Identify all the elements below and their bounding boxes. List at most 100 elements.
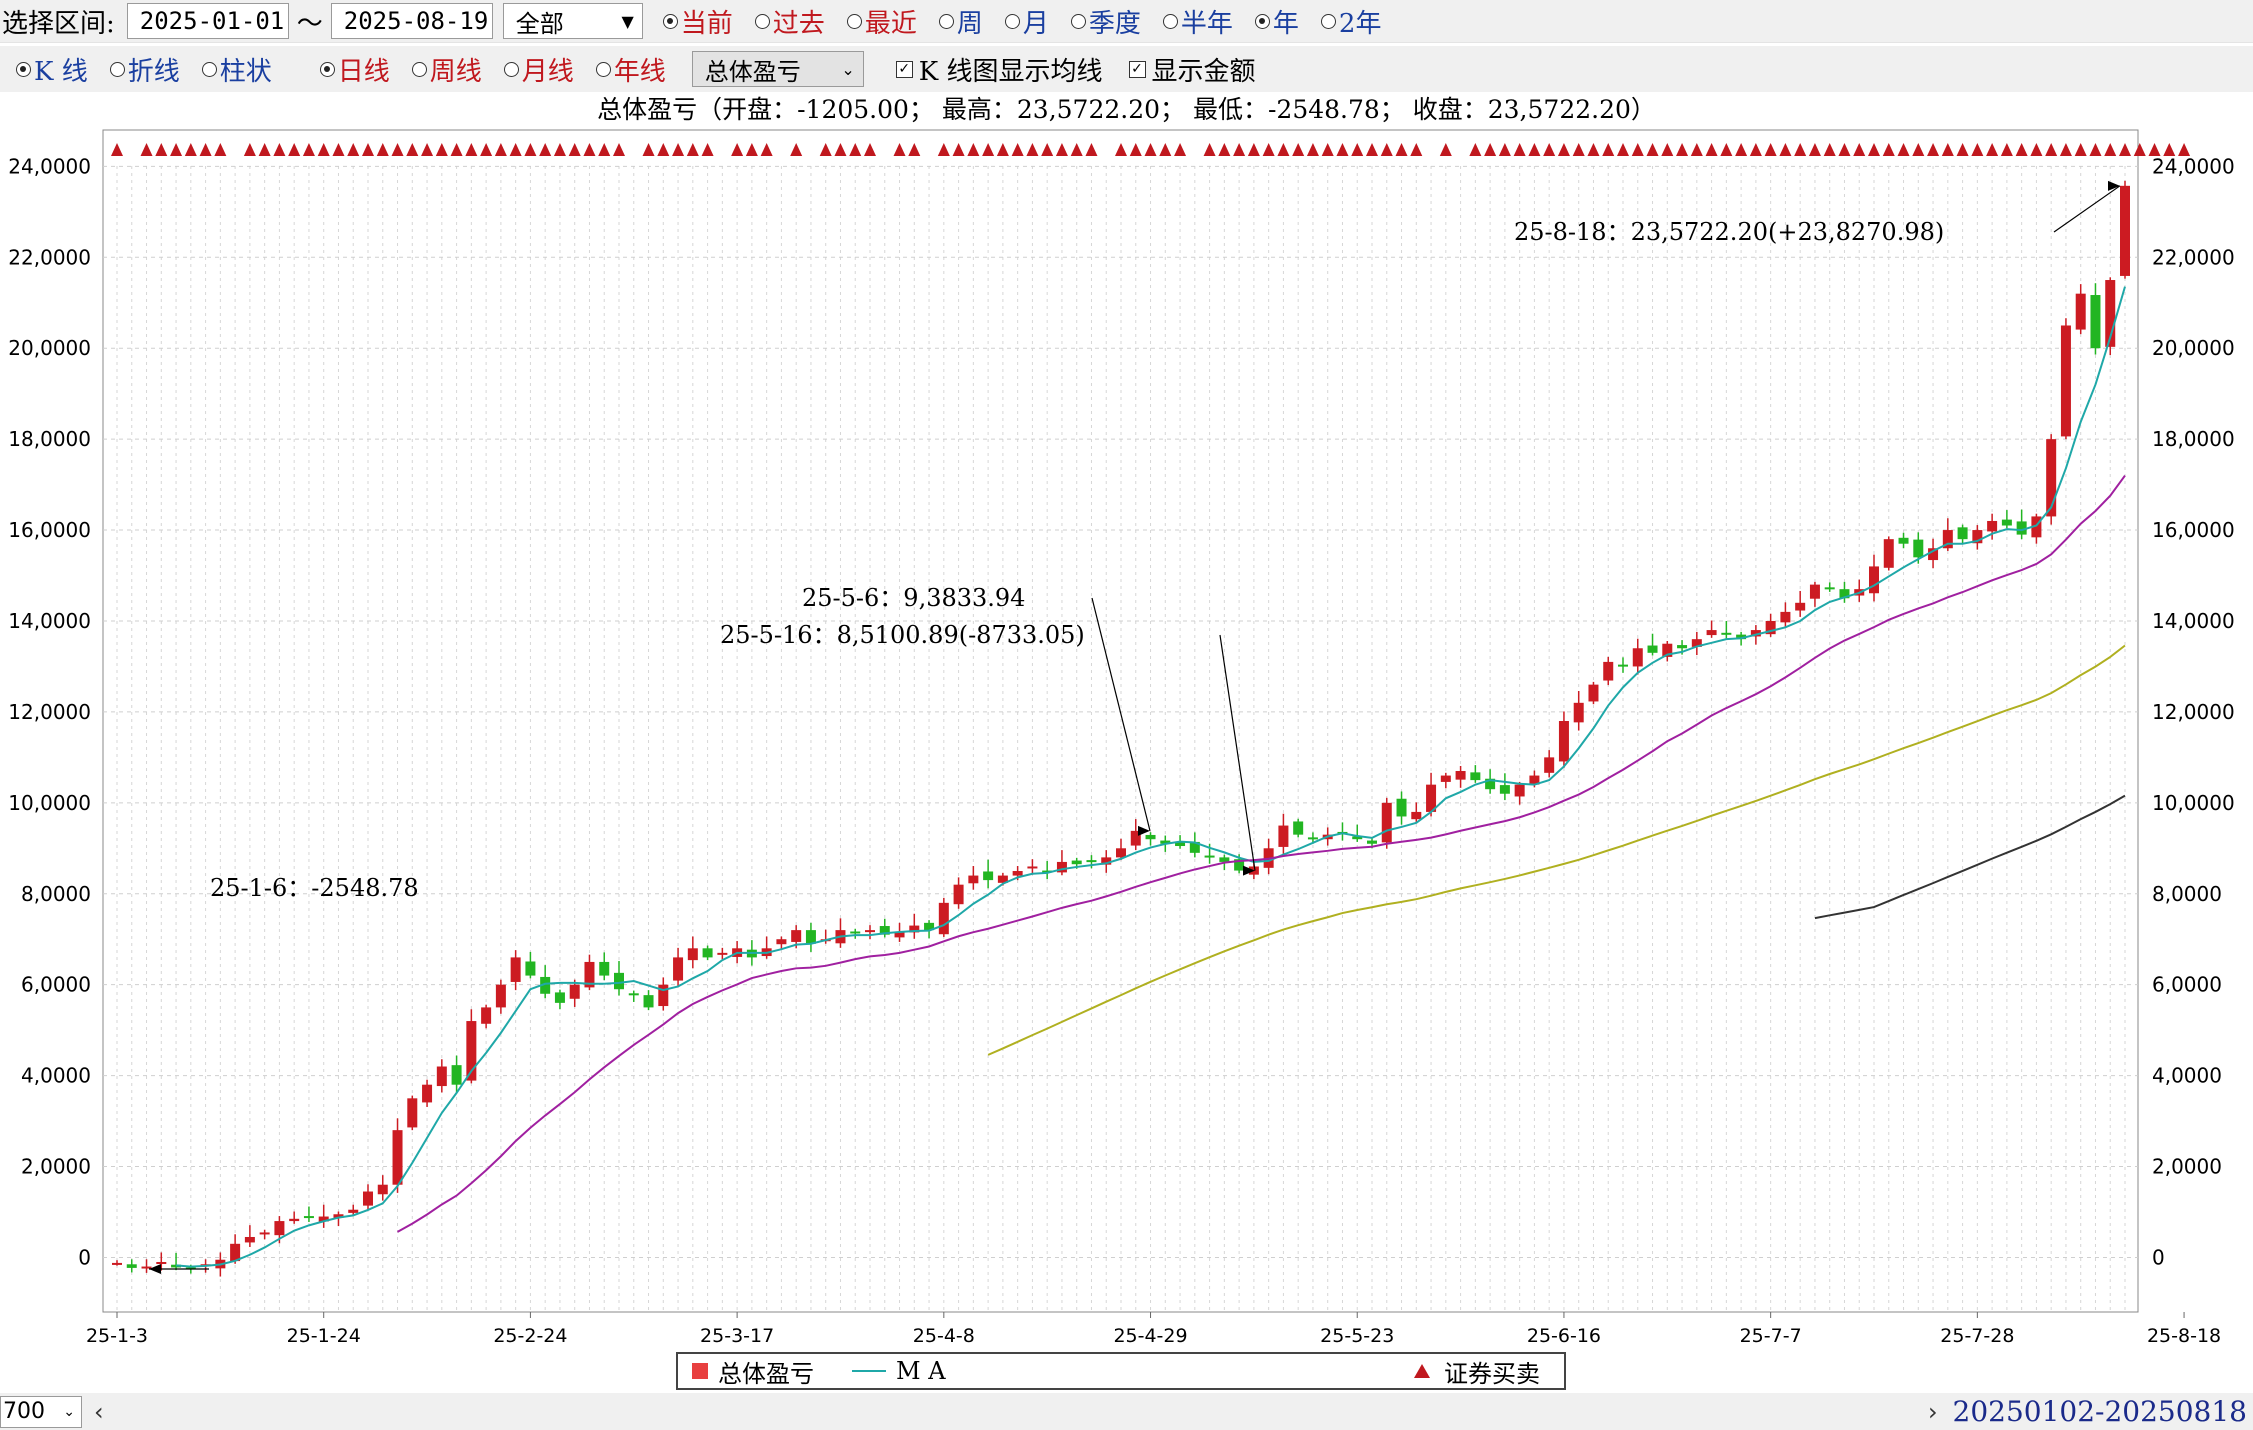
period-radio-5[interactable]: 季度: [1070, 3, 1141, 40]
radio-dot-icon: [846, 13, 862, 29]
candle-body: [259, 1232, 270, 1235]
candle-body: [1470, 772, 1481, 781]
candle-body: [1116, 848, 1126, 858]
period-radio-2[interactable]: 最近: [846, 3, 917, 40]
kline-period-radio-2[interactable]: 月线: [503, 51, 574, 88]
period-radio-6[interactable]: 半年: [1162, 3, 1233, 40]
checkbox-check-icon: ✓: [1128, 60, 1146, 78]
candle-body: [436, 1066, 447, 1087]
annotation-label: 25-5-16：8,5100.89(-8733.05): [720, 621, 1085, 649]
y-tick-label-right: 2,0000: [2152, 1155, 2222, 1179]
candle-body: [569, 984, 580, 999]
candle-body: [1721, 632, 1732, 635]
candle-body: [983, 871, 994, 881]
candle-body: [126, 1264, 137, 1268]
candle-body: [1795, 602, 1806, 611]
show-ma-label: K 线图显示均线: [918, 56, 1103, 87]
candle-body: [510, 957, 521, 982]
period-radio-label: 月: [1022, 8, 1049, 39]
candle-body: [658, 984, 669, 1007]
y-tick-label-left: 20,0000: [8, 336, 91, 360]
x-tick-label: 25-4-29: [1113, 1325, 1187, 1347]
y-tick-label-right: 16,0000: [2152, 518, 2235, 542]
candle-body: [1396, 798, 1407, 817]
radio-dot-icon: [503, 61, 519, 77]
candle-body: [481, 1007, 492, 1024]
candle-body: [1278, 825, 1289, 847]
candle-body: [1440, 775, 1451, 782]
period-radio-7[interactable]: 年: [1254, 3, 1299, 40]
y-tick-label-left: 0: [78, 1245, 91, 1269]
candle-body: [422, 1084, 433, 1103]
period-radio-label: 过去: [772, 8, 825, 39]
zoom-select[interactable]: 700 ⌄: [0, 1395, 82, 1428]
period-radio-0[interactable]: 当前: [662, 3, 733, 40]
candle-body: [865, 930, 875, 933]
candle-body: [1573, 702, 1584, 723]
dropdown-caret-icon: ⌄: [63, 1403, 75, 1420]
y-tick-label-left: 6,0000: [21, 973, 91, 997]
chart-type-radio-0[interactable]: K 线: [16, 51, 88, 88]
x-tick-label: 25-8-18: [2147, 1325, 2221, 1347]
end-date-input[interactable]: 2025-08-19: [330, 3, 493, 39]
legend-trade-label: 证券买卖: [1444, 1359, 1540, 1388]
chart-type-options: K 线 折线 柱状: [16, 51, 294, 88]
candle-body: [1145, 834, 1156, 840]
y-tick-label-left: 2,0000: [21, 1155, 91, 1179]
metric-select[interactable]: 总体盈亏 ⌄: [691, 51, 864, 87]
y-tick-label-right: 12,0000: [2152, 700, 2235, 724]
x-tick-label: 25-1-24: [287, 1325, 361, 1347]
candle-body: [1588, 684, 1599, 702]
radio-dot-icon: [411, 61, 427, 77]
y-tick-label-left: 4,0000: [21, 1064, 91, 1088]
candle-body: [1869, 566, 1879, 594]
candle-body: [1809, 584, 1820, 599]
radio-dot-icon: [1004, 13, 1020, 29]
kline-period-radio-1[interactable]: 周线: [411, 51, 482, 88]
dropdown-caret-icon: ▼: [621, 11, 634, 31]
radio-dot-icon: [109, 61, 125, 77]
period-radio-label: 2年: [1338, 8, 1382, 39]
chart-type-radio-1[interactable]: 折线: [109, 51, 180, 88]
y-tick-label-right: 22,0000: [2152, 245, 2235, 269]
kline-chart[interactable]: 0 0 2,0000 2,0000 4,0000 4,0000 6,0000 6,0000 8,…: [0, 120, 2253, 1355]
kline-period-radio-label: 周线: [429, 56, 482, 87]
period-radio-4[interactable]: 月: [1004, 3, 1049, 40]
x-tick-label: 25-1-3: [86, 1325, 148, 1347]
start-date-input[interactable]: 2025-01-01: [126, 3, 289, 39]
candle-body: [1898, 537, 1909, 544]
scroll-left-icon[interactable]: ‹: [94, 1398, 104, 1426]
candle-body: [407, 1098, 418, 1128]
checkbox-check-icon: ✓: [895, 60, 913, 78]
radio-dot-icon: [595, 61, 611, 77]
kline-period-radio-3[interactable]: 年线: [595, 51, 666, 88]
show-ma-checkbox[interactable]: ✓ K 线图显示均线: [895, 51, 1103, 88]
candle-body: [1027, 866, 1038, 869]
account-select[interactable]: 全部 ▼: [502, 3, 643, 39]
kline-period-radio-0[interactable]: 日线: [319, 51, 390, 88]
y-tick-label-right: 14,0000: [2152, 609, 2235, 633]
candle-body: [274, 1221, 285, 1236]
candle-body: [1544, 757, 1555, 773]
annotation-label: 25-8-18：23,5722.20(+23,8270.98): [1514, 218, 1944, 246]
period-radio-label: 季度: [1088, 8, 1141, 39]
candle-body: [1603, 661, 1614, 681]
chart-type-radio-2[interactable]: 柱状: [201, 51, 272, 88]
show-amount-label: 显示金额: [1151, 56, 1256, 87]
metric-select-value: 总体盈亏: [704, 57, 801, 86]
candle-body: [1204, 855, 1215, 858]
show-amount-checkbox[interactable]: ✓ 显示金额: [1128, 51, 1256, 88]
candle-body: [451, 1065, 462, 1085]
legend-trade-swatch: [1414, 1364, 1430, 1378]
candle-body: [628, 993, 639, 996]
scroll-right-icon[interactable]: ›: [1928, 1398, 1938, 1426]
period-radio-3[interactable]: 周: [938, 3, 983, 40]
period-radio-8[interactable]: 2年: [1320, 3, 1382, 40]
toolbar-range: 选择区间: 2025-01-01 ～ 2025-08-19 全部 ▼ 当前 过去 最…: [0, 0, 2253, 43]
candle-body: [673, 957, 684, 981]
y-tick-label-right: 18,0000: [2152, 427, 2235, 451]
candle-body: [2001, 519, 2012, 526]
candle-body: [805, 930, 816, 944]
candle-body: [953, 884, 964, 905]
period-radio-1[interactable]: 过去: [754, 3, 825, 40]
